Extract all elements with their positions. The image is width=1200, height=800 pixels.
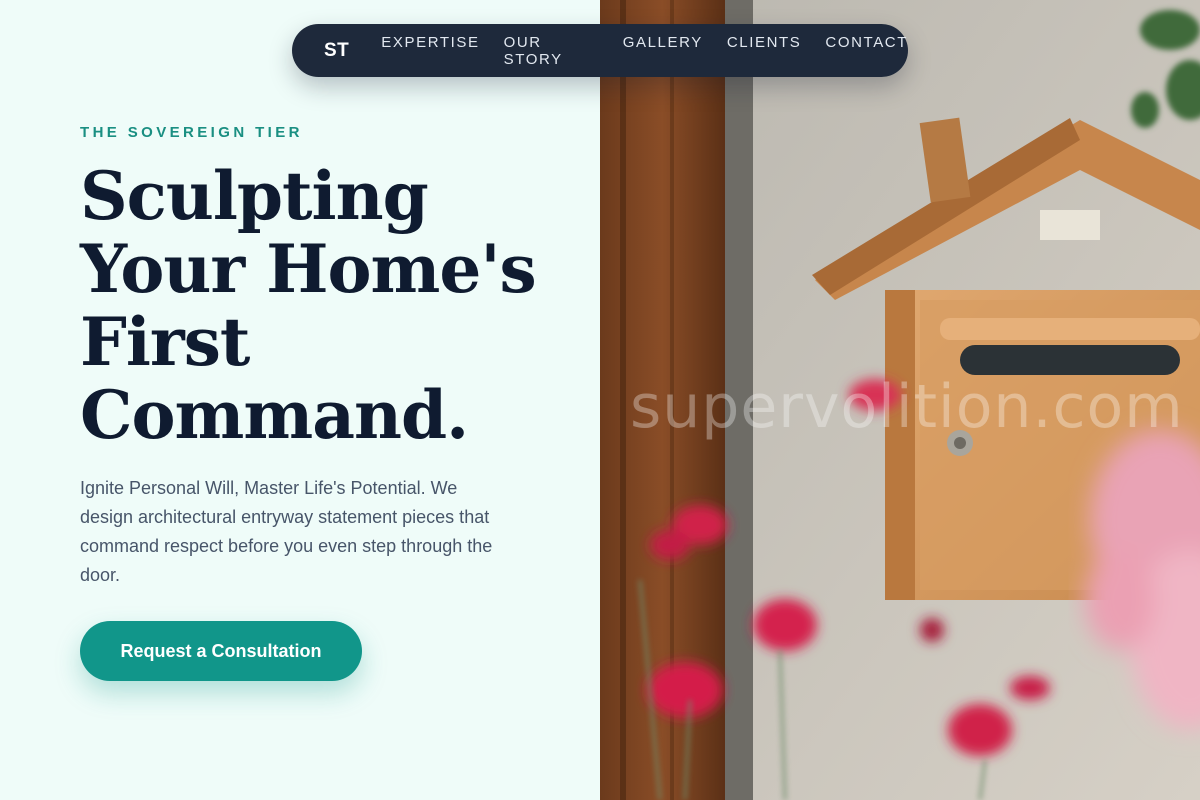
nav-links: EXPERTISE OUR STORY GALLERY CLIENTS CONT… xyxy=(381,34,908,68)
watermark-text: supervolition.com xyxy=(630,372,1184,442)
nav-link-expertise[interactable]: EXPERTISE xyxy=(381,34,479,68)
headline-line-2: Your Home's xyxy=(80,230,537,308)
hero-left-panel: THE SOVEREIGN TIER Sculpting Your Home's… xyxy=(0,0,600,800)
nav-link-clients[interactable]: CLIENTS xyxy=(727,34,802,68)
nav-link-contact[interactable]: CONTACT xyxy=(825,34,908,68)
hero-headline: Sculpting Your Home's First Command. xyxy=(80,160,580,452)
headline-line-3: First xyxy=(80,303,250,381)
headline-line-4: Command. xyxy=(80,376,469,454)
request-consultation-button[interactable]: Request a Consultation xyxy=(80,621,362,681)
logo[interactable]: ST xyxy=(324,40,349,62)
hero-description: Ignite Personal Will, Master Life's Pote… xyxy=(80,478,493,585)
headline-line-1: Sculpting xyxy=(80,157,429,235)
hero-eyebrow: THE SOVEREIGN TIER xyxy=(80,124,303,141)
top-navigation: ST EXPERTISE OUR STORY GALLERY CLIENTS C… xyxy=(292,24,908,77)
nav-link-gallery[interactable]: GALLERY xyxy=(623,34,703,68)
nav-link-our-story[interactable]: OUR STORY xyxy=(504,34,599,68)
